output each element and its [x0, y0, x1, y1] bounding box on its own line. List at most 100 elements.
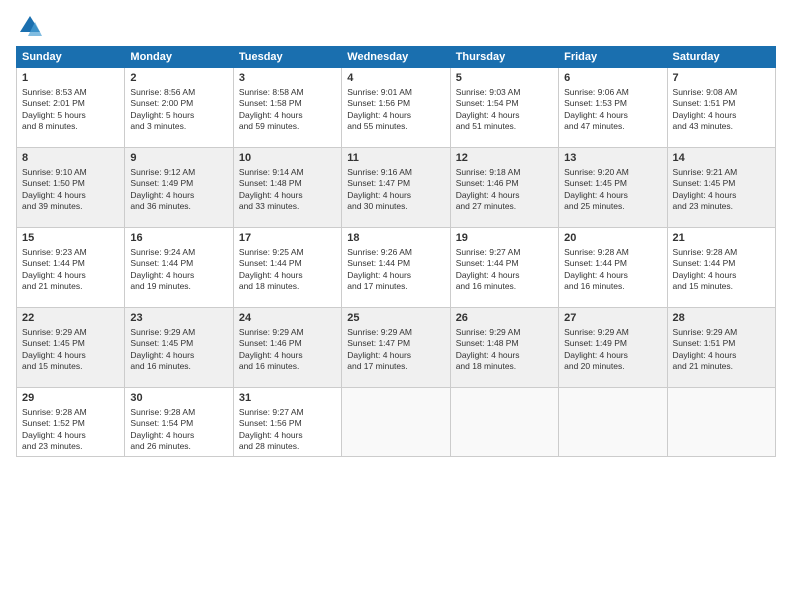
day-info: Sunrise: 9:27 AM Sunset: 1:44 PM Dayligh…: [456, 247, 553, 293]
day-info: Sunrise: 9:01 AM Sunset: 1:56 PM Dayligh…: [347, 87, 444, 133]
day-info: Sunrise: 9:26 AM Sunset: 1:44 PM Dayligh…: [347, 247, 444, 293]
calendar-cell: [667, 388, 775, 457]
calendar-cell: 12Sunrise: 9:18 AM Sunset: 1:46 PM Dayli…: [450, 148, 558, 228]
calendar-cell: 26Sunrise: 9:29 AM Sunset: 1:48 PM Dayli…: [450, 308, 558, 388]
calendar-cell: 8Sunrise: 9:10 AM Sunset: 1:50 PM Daylig…: [17, 148, 125, 228]
day-number: 27: [564, 311, 661, 326]
calendar-cell: 6Sunrise: 9:06 AM Sunset: 1:53 PM Daylig…: [559, 68, 667, 148]
day-number: 21: [673, 231, 770, 246]
day-info: Sunrise: 9:27 AM Sunset: 1:56 PM Dayligh…: [239, 407, 336, 453]
calendar-cell: 30Sunrise: 9:28 AM Sunset: 1:54 PM Dayli…: [125, 388, 233, 457]
weekday-header: Thursday: [450, 47, 558, 68]
calendar-cell: 9Sunrise: 9:12 AM Sunset: 1:49 PM Daylig…: [125, 148, 233, 228]
weekday-header: Saturday: [667, 47, 775, 68]
calendar-cell: 19Sunrise: 9:27 AM Sunset: 1:44 PM Dayli…: [450, 228, 558, 308]
day-number: 22: [22, 311, 119, 326]
day-info: Sunrise: 9:14 AM Sunset: 1:48 PM Dayligh…: [239, 167, 336, 213]
day-info: Sunrise: 9:28 AM Sunset: 1:44 PM Dayligh…: [673, 247, 770, 293]
day-info: Sunrise: 9:08 AM Sunset: 1:51 PM Dayligh…: [673, 87, 770, 133]
day-number: 7: [673, 71, 770, 86]
day-info: Sunrise: 9:29 AM Sunset: 1:46 PM Dayligh…: [239, 327, 336, 373]
logo: [16, 12, 48, 40]
day-info: Sunrise: 9:16 AM Sunset: 1:47 PM Dayligh…: [347, 167, 444, 213]
page: SundayMondayTuesdayWednesdayThursdayFrid…: [0, 0, 792, 612]
calendar-cell: 2Sunrise: 8:56 AM Sunset: 2:00 PM Daylig…: [125, 68, 233, 148]
calendar-cell: 11Sunrise: 9:16 AM Sunset: 1:47 PM Dayli…: [342, 148, 450, 228]
day-number: 2: [130, 71, 227, 86]
day-info: Sunrise: 9:28 AM Sunset: 1:54 PM Dayligh…: [130, 407, 227, 453]
day-number: 31: [239, 391, 336, 406]
day-number: 23: [130, 311, 227, 326]
day-number: 6: [564, 71, 661, 86]
day-number: 1: [22, 71, 119, 86]
calendar-cell: 4Sunrise: 9:01 AM Sunset: 1:56 PM Daylig…: [342, 68, 450, 148]
calendar-cell: [450, 388, 558, 457]
day-number: 18: [347, 231, 444, 246]
calendar-cell: 7Sunrise: 9:08 AM Sunset: 1:51 PM Daylig…: [667, 68, 775, 148]
calendar-cell: 24Sunrise: 9:29 AM Sunset: 1:46 PM Dayli…: [233, 308, 341, 388]
calendar-cell: 17Sunrise: 9:25 AM Sunset: 1:44 PM Dayli…: [233, 228, 341, 308]
day-number: 12: [456, 151, 553, 166]
day-number: 10: [239, 151, 336, 166]
calendar-cell: 31Sunrise: 9:27 AM Sunset: 1:56 PM Dayli…: [233, 388, 341, 457]
day-info: Sunrise: 9:28 AM Sunset: 1:52 PM Dayligh…: [22, 407, 119, 453]
day-number: 15: [22, 231, 119, 246]
weekday-header: Friday: [559, 47, 667, 68]
day-number: 4: [347, 71, 444, 86]
calendar-cell: 1Sunrise: 8:53 AM Sunset: 2:01 PM Daylig…: [17, 68, 125, 148]
day-info: Sunrise: 9:23 AM Sunset: 1:44 PM Dayligh…: [22, 247, 119, 293]
calendar-cell: 3Sunrise: 8:58 AM Sunset: 1:58 PM Daylig…: [233, 68, 341, 148]
calendar-cell: 21Sunrise: 9:28 AM Sunset: 1:44 PM Dayli…: [667, 228, 775, 308]
calendar-cell: 25Sunrise: 9:29 AM Sunset: 1:47 PM Dayli…: [342, 308, 450, 388]
day-info: Sunrise: 9:06 AM Sunset: 1:53 PM Dayligh…: [564, 87, 661, 133]
day-number: 9: [130, 151, 227, 166]
day-info: Sunrise: 9:25 AM Sunset: 1:44 PM Dayligh…: [239, 247, 336, 293]
day-number: 30: [130, 391, 227, 406]
logo-icon: [16, 12, 44, 40]
calendar-cell: 10Sunrise: 9:14 AM Sunset: 1:48 PM Dayli…: [233, 148, 341, 228]
calendar-cell: 15Sunrise: 9:23 AM Sunset: 1:44 PM Dayli…: [17, 228, 125, 308]
day-number: 19: [456, 231, 553, 246]
day-info: Sunrise: 9:29 AM Sunset: 1:48 PM Dayligh…: [456, 327, 553, 373]
header: [16, 12, 776, 40]
calendar-table: SundayMondayTuesdayWednesdayThursdayFrid…: [16, 46, 776, 457]
day-info: Sunrise: 9:29 AM Sunset: 1:51 PM Dayligh…: [673, 327, 770, 373]
day-info: Sunrise: 9:29 AM Sunset: 1:49 PM Dayligh…: [564, 327, 661, 373]
day-info: Sunrise: 8:56 AM Sunset: 2:00 PM Dayligh…: [130, 87, 227, 133]
day-number: 3: [239, 71, 336, 86]
day-number: 24: [239, 311, 336, 326]
day-info: Sunrise: 9:18 AM Sunset: 1:46 PM Dayligh…: [456, 167, 553, 213]
day-info: Sunrise: 8:53 AM Sunset: 2:01 PM Dayligh…: [22, 87, 119, 133]
calendar-cell: 14Sunrise: 9:21 AM Sunset: 1:45 PM Dayli…: [667, 148, 775, 228]
day-info: Sunrise: 9:20 AM Sunset: 1:45 PM Dayligh…: [564, 167, 661, 213]
day-number: 8: [22, 151, 119, 166]
weekday-header: Monday: [125, 47, 233, 68]
calendar-cell: 13Sunrise: 9:20 AM Sunset: 1:45 PM Dayli…: [559, 148, 667, 228]
day-number: 5: [456, 71, 553, 86]
weekday-header: Tuesday: [233, 47, 341, 68]
weekday-header: Sunday: [17, 47, 125, 68]
day-info: Sunrise: 9:29 AM Sunset: 1:47 PM Dayligh…: [347, 327, 444, 373]
day-info: Sunrise: 9:12 AM Sunset: 1:49 PM Dayligh…: [130, 167, 227, 213]
day-info: Sunrise: 9:21 AM Sunset: 1:45 PM Dayligh…: [673, 167, 770, 213]
calendar-cell: 22Sunrise: 9:29 AM Sunset: 1:45 PM Dayli…: [17, 308, 125, 388]
calendar-cell: 27Sunrise: 9:29 AM Sunset: 1:49 PM Dayli…: [559, 308, 667, 388]
calendar-cell: 28Sunrise: 9:29 AM Sunset: 1:51 PM Dayli…: [667, 308, 775, 388]
day-number: 13: [564, 151, 661, 166]
calendar-cell: [342, 388, 450, 457]
calendar-cell: 16Sunrise: 9:24 AM Sunset: 1:44 PM Dayli…: [125, 228, 233, 308]
day-info: Sunrise: 9:24 AM Sunset: 1:44 PM Dayligh…: [130, 247, 227, 293]
day-info: Sunrise: 8:58 AM Sunset: 1:58 PM Dayligh…: [239, 87, 336, 133]
calendar-cell: 5Sunrise: 9:03 AM Sunset: 1:54 PM Daylig…: [450, 68, 558, 148]
day-number: 29: [22, 391, 119, 406]
calendar-cell: 20Sunrise: 9:28 AM Sunset: 1:44 PM Dayli…: [559, 228, 667, 308]
calendar-cell: 23Sunrise: 9:29 AM Sunset: 1:45 PM Dayli…: [125, 308, 233, 388]
weekday-header: Wednesday: [342, 47, 450, 68]
day-number: 14: [673, 151, 770, 166]
day-info: Sunrise: 9:29 AM Sunset: 1:45 PM Dayligh…: [130, 327, 227, 373]
day-number: 16: [130, 231, 227, 246]
calendar-cell: [559, 388, 667, 457]
day-number: 20: [564, 231, 661, 246]
day-number: 25: [347, 311, 444, 326]
day-number: 11: [347, 151, 444, 166]
